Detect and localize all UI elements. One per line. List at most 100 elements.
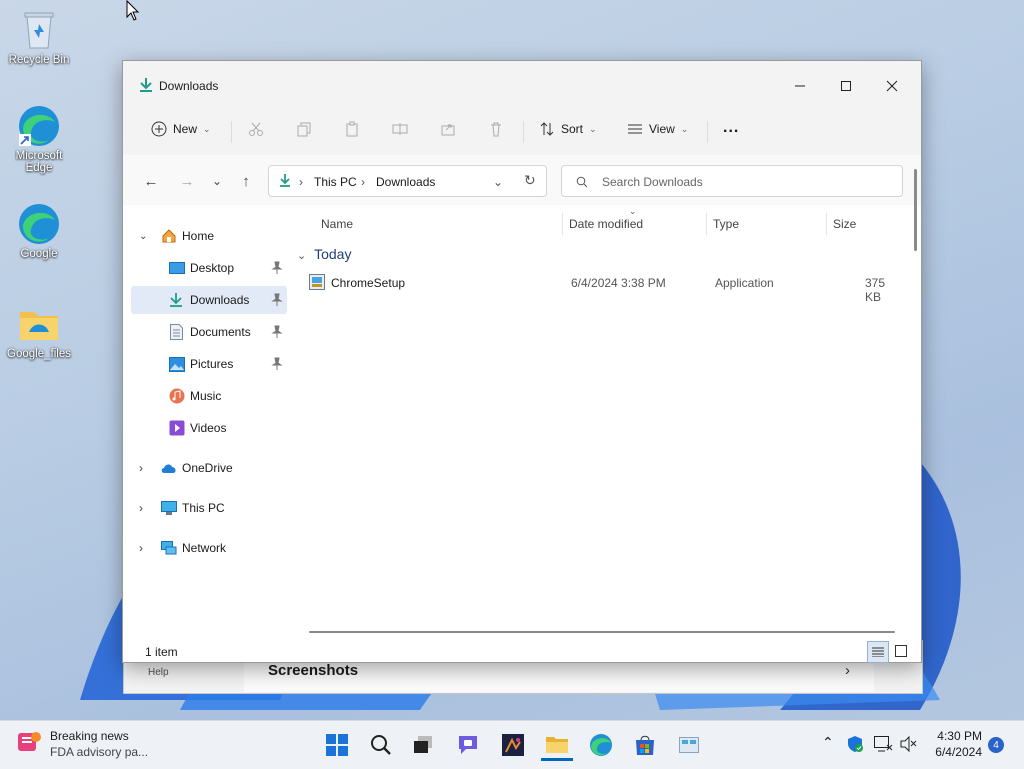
news-widget[interactable]: Breaking news FDA advisory pa... — [16, 729, 148, 759]
recent-locations-button[interactable]: ⌄ — [205, 169, 229, 193]
sort-label: Sort — [561, 122, 584, 136]
group-header-today[interactable]: ⌄ Today — [297, 246, 351, 262]
horizontal-scrollbar[interactable] — [309, 631, 895, 633]
address-bar[interactable]: › This PC › Downloads ⌄ ↻ — [268, 165, 547, 197]
download-arrow-icon — [280, 174, 290, 187]
screenshots-label: Screenshots — [268, 662, 359, 679]
desktop-icon-google[interactable]: Google — [1, 202, 77, 260]
sidebar-item-home[interactable]: ⌄ Home — [131, 222, 287, 250]
sidebar-item-videos[interactable]: Videos — [131, 414, 287, 442]
column-separator[interactable] — [706, 213, 707, 235]
control-panel-taskbar-button[interactable] — [673, 729, 705, 761]
column-header-date-modified[interactable]: Date modified — [569, 217, 643, 231]
chevron-down-icon[interactable]: ⌄ — [493, 175, 503, 189]
desktop-icon-google-files[interactable]: Google_files — [1, 302, 77, 360]
sidebar-item-music[interactable]: Music — [131, 382, 287, 410]
notification-badge[interactable]: 4 — [988, 737, 1004, 753]
sidebar-item-desktop[interactable]: Desktop — [131, 254, 287, 282]
forward-button[interactable]: → — [175, 169, 199, 193]
task-view-button[interactable] — [407, 729, 439, 761]
sidebar-item-label: Documents — [190, 325, 251, 339]
breadcrumb-this-pc[interactable]: This PC — [314, 175, 357, 189]
minimize-button[interactable] — [777, 71, 823, 101]
file-list-pane: Name Date modified ⌄ Type Size ⌄ Today C… — [291, 205, 905, 635]
show-hidden-icons-button[interactable]: ⌃ — [822, 734, 834, 751]
media-app-icon — [502, 734, 524, 756]
start-button[interactable] — [321, 729, 353, 761]
copy-button[interactable] — [296, 121, 312, 137]
sidebar-item-label: Videos — [190, 421, 227, 435]
view-button[interactable]: View ⌄ — [627, 121, 688, 137]
sidebar-item-label: Downloads — [190, 293, 250, 307]
column-separator[interactable] — [562, 213, 563, 235]
view-list-icon — [628, 124, 642, 134]
file-explorer-taskbar-button[interactable] — [541, 729, 573, 761]
share-icon — [441, 124, 455, 136]
column-header-type[interactable]: Type — [713, 217, 739, 231]
file-size: 375 KB — [865, 276, 886, 304]
desktop-icon-label: Recycle Bin — [8, 54, 70, 66]
desktop-icon-recycle-bin[interactable]: Recycle Bin — [1, 8, 77, 66]
maximize-button[interactable] — [823, 71, 869, 101]
edge-icon — [590, 734, 612, 756]
edge-taskbar-button[interactable] — [585, 729, 617, 761]
sidebar-item-downloads[interactable]: Downloads — [131, 286, 287, 314]
desktop-icon-label: Google_files — [7, 348, 71, 360]
delete-button[interactable] — [488, 121, 504, 137]
pin-icon[interactable] — [271, 261, 283, 275]
sidebar-item-onedrive[interactable]: › OneDrive — [131, 454, 287, 482]
rename-button[interactable] — [392, 121, 408, 137]
search-input[interactable]: Search Downloads — [561, 165, 903, 197]
up-button[interactable]: ↑ — [234, 169, 258, 193]
close-button[interactable] — [869, 71, 915, 101]
sort-icon — [540, 122, 554, 136]
volume-muted-icon[interactable] — [899, 735, 917, 753]
cut-button[interactable] — [248, 121, 264, 137]
chevron-right-icon: › — [299, 175, 303, 189]
help-link[interactable]: Help — [148, 667, 169, 678]
network-status-icon[interactable] — [873, 735, 893, 753]
taskbar: Breaking news FDA advisory pa... ⌃ 4:30 … — [0, 720, 1024, 769]
task-view-icon — [414, 736, 432, 753]
separator — [523, 121, 524, 143]
pin-icon[interactable] — [271, 293, 283, 307]
sidebar-item-this-pc[interactable]: › This PC — [131, 494, 287, 522]
back-button[interactable]: ← — [139, 169, 163, 193]
large-icons-view-button[interactable] — [891, 641, 911, 661]
chevron-right-icon: › — [139, 541, 143, 555]
sidebar-item-documents[interactable]: Documents — [131, 318, 287, 346]
store-taskbar-button[interactable] — [629, 729, 661, 761]
new-button[interactable]: New ⌄ — [151, 121, 211, 137]
paste-button[interactable] — [344, 121, 360, 137]
sidebar-item-network[interactable]: › Network — [131, 534, 287, 562]
pin-icon[interactable] — [271, 325, 283, 339]
chat-button[interactable] — [452, 729, 484, 761]
system-clock[interactable]: 4:30 PM 6/4/2024 — [920, 728, 982, 760]
share-button[interactable] — [440, 121, 456, 137]
chevron-right-icon: › — [139, 461, 143, 475]
vertical-scrollbar[interactable] — [914, 169, 917, 251]
desktop-icon-microsoft-edge[interactable]: Microsoft Edge — [1, 104, 77, 174]
separator — [231, 121, 232, 143]
column-header-size[interactable]: Size — [833, 217, 856, 231]
breadcrumb-downloads[interactable]: Downloads — [376, 175, 435, 189]
table-row[interactable]: ChromeSetup 6/4/2024 3:38 PM Application… — [307, 270, 903, 304]
folder-icon — [17, 302, 61, 346]
column-header-name[interactable]: Name — [321, 217, 353, 231]
details-view-button[interactable] — [867, 641, 889, 663]
security-shield-icon[interactable] — [846, 735, 864, 753]
arrow-right-icon: → — [179, 172, 195, 190]
sidebar-item-pictures[interactable]: Pictures — [131, 350, 287, 378]
chat-icon — [459, 736, 477, 754]
pin-icon[interactable] — [271, 357, 283, 371]
more-options-button[interactable]: ... — [723, 119, 739, 137]
sort-button[interactable]: Sort ⌄ — [539, 121, 597, 137]
refresh-icon[interactable]: ↻ — [524, 172, 536, 189]
app-taskbar-button[interactable] — [497, 729, 529, 761]
title-bar[interactable]: Downloads — [123, 61, 921, 107]
column-separator[interactable] — [826, 213, 827, 235]
clock-date: 6/4/2024 — [935, 745, 982, 759]
computer-icon — [161, 500, 177, 515]
search-taskbar-button[interactable] — [365, 729, 397, 761]
navigation-row: ← → ⌄ ↑ › This PC › Downloads ⌄ ↻ Search… — [123, 155, 921, 205]
